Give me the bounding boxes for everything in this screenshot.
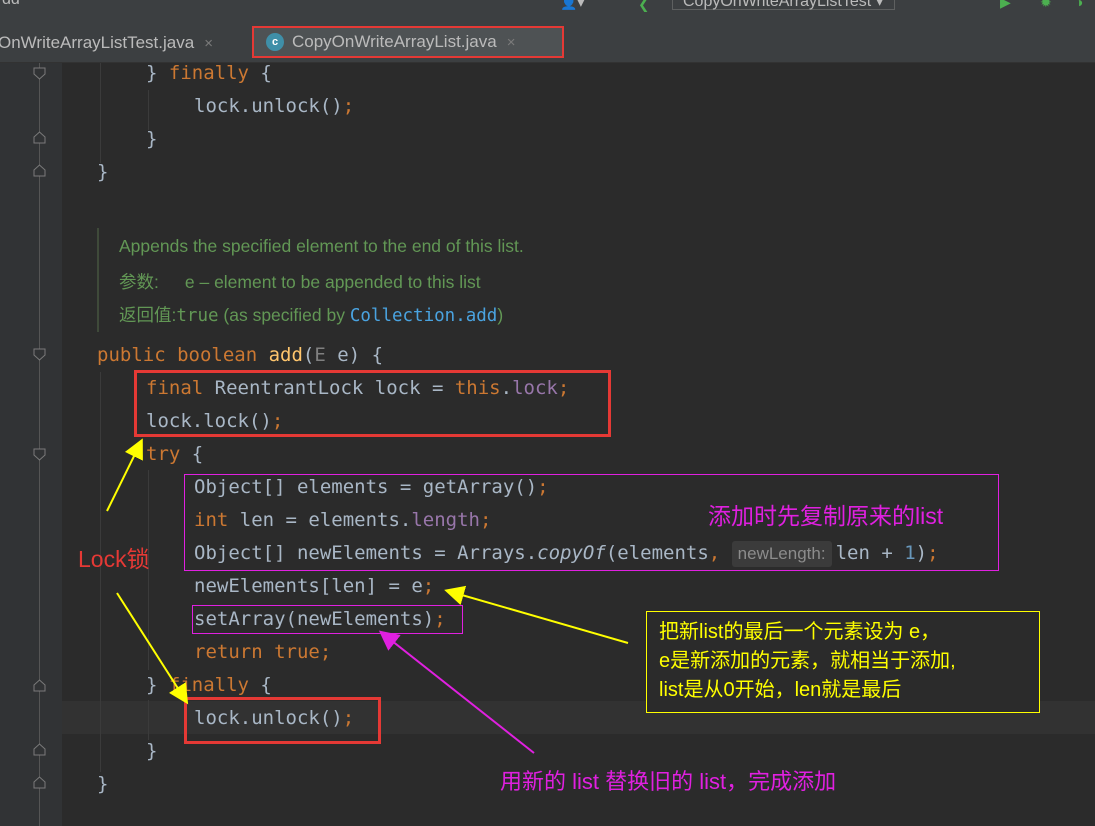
arrow-to-setarray bbox=[378, 630, 535, 754]
arrow-to-lock bbox=[106, 438, 143, 512]
arrow-to-assign bbox=[444, 585, 629, 644]
annotation-arrows bbox=[106, 438, 629, 754]
arrow-to-unlock bbox=[116, 592, 189, 705]
